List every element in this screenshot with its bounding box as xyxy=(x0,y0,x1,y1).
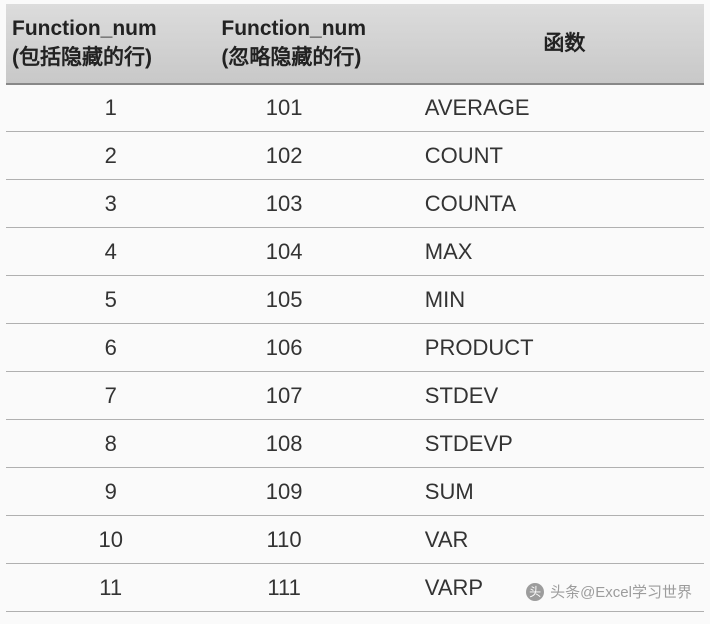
cell-ignore: 111 xyxy=(215,564,424,612)
cell-ignore: 109 xyxy=(215,468,424,516)
watermark: 头 头条@Excel学习世界 xyxy=(526,581,692,602)
table-row: 10 110 VAR xyxy=(6,516,704,564)
table-row: 4 104 MAX xyxy=(6,228,704,276)
watermark-text: 头条@Excel学习世界 xyxy=(550,581,692,602)
cell-include: 5 xyxy=(6,276,215,324)
header-row: Function_num (包括隐藏的行) Function_num (忽略隐藏… xyxy=(6,4,704,84)
header-col2-line1: Function_num xyxy=(221,17,366,40)
cell-func: MAX xyxy=(425,228,704,276)
cell-ignore: 102 xyxy=(215,132,424,180)
cell-ignore: 101 xyxy=(215,84,424,132)
cell-include: 2 xyxy=(6,132,215,180)
table-row: 1 101 AVERAGE xyxy=(6,84,704,132)
table-row: 9 109 SUM xyxy=(6,468,704,516)
cell-func: VAR xyxy=(425,516,704,564)
header-col-ignore: Function_num (忽略隐藏的行) xyxy=(215,4,424,84)
header-col-function: 函数 xyxy=(425,4,704,84)
cell-func: COUNTA xyxy=(425,180,704,228)
header-col1-line1: Function_num xyxy=(12,17,157,40)
table-row: 2 102 COUNT xyxy=(6,132,704,180)
cell-ignore: 103 xyxy=(215,180,424,228)
header-col1-line2: (包括隐藏的行) xyxy=(12,46,152,69)
table-row: 7 107 STDEV xyxy=(6,372,704,420)
table-row: 8 108 STDEVP xyxy=(6,420,704,468)
cell-include: 11 xyxy=(6,564,215,612)
cell-ignore: 106 xyxy=(215,324,424,372)
toutiao-icon: 头 xyxy=(526,583,544,601)
header-col2-line2: (忽略隐藏的行) xyxy=(221,46,361,69)
cell-func: STDEV xyxy=(425,372,704,420)
function-num-table-container: Function_num (包括隐藏的行) Function_num (忽略隐藏… xyxy=(0,0,710,616)
function-num-table: Function_num (包括隐藏的行) Function_num (忽略隐藏… xyxy=(6,4,704,612)
cell-func: COUNT xyxy=(425,132,704,180)
cell-func: MIN xyxy=(425,276,704,324)
table-header: Function_num (包括隐藏的行) Function_num (忽略隐藏… xyxy=(6,4,704,84)
table-body: 1 101 AVERAGE 2 102 COUNT 3 103 COUNTA 4… xyxy=(6,84,704,612)
cell-ignore: 105 xyxy=(215,276,424,324)
cell-include: 1 xyxy=(6,84,215,132)
cell-include: 6 xyxy=(6,324,215,372)
table-row: 3 103 COUNTA xyxy=(6,180,704,228)
cell-include: 8 xyxy=(6,420,215,468)
cell-func: AVERAGE xyxy=(425,84,704,132)
cell-include: 10 xyxy=(6,516,215,564)
cell-include: 4 xyxy=(6,228,215,276)
cell-include: 9 xyxy=(6,468,215,516)
cell-func: SUM xyxy=(425,468,704,516)
table-row: 5 105 MIN xyxy=(6,276,704,324)
cell-ignore: 104 xyxy=(215,228,424,276)
header-col-include: Function_num (包括隐藏的行) xyxy=(6,4,215,84)
cell-include: 3 xyxy=(6,180,215,228)
cell-ignore: 110 xyxy=(215,516,424,564)
cell-include: 7 xyxy=(6,372,215,420)
cell-ignore: 108 xyxy=(215,420,424,468)
cell-func: STDEVP xyxy=(425,420,704,468)
cell-func: PRODUCT xyxy=(425,324,704,372)
cell-ignore: 107 xyxy=(215,372,424,420)
table-row: 6 106 PRODUCT xyxy=(6,324,704,372)
